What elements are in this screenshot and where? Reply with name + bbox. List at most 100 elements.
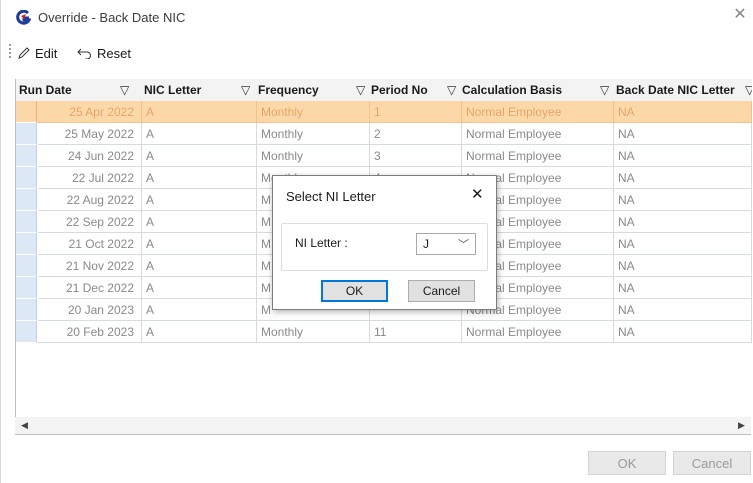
row-selector[interactable] (16, 233, 37, 255)
edit-label: Edit (35, 45, 58, 61)
dialog-close-icon[interactable]: ✕ (471, 185, 484, 203)
table-cell[interactable]: NA (614, 123, 752, 145)
row-selector[interactable] (16, 299, 37, 321)
window-title: Override - Back Date NIC (38, 10, 186, 25)
table-cell[interactable]: 25 May 2022 (38, 123, 142, 145)
row-selector[interactable] (16, 277, 37, 299)
edit-button[interactable]: Edit (17, 44, 57, 62)
column-header-frequency[interactable]: Frequency (258, 79, 319, 101)
undo-icon (77, 48, 91, 59)
column-header-nic-letter[interactable]: NIC Letter (144, 79, 201, 101)
table-cell[interactable]: Monthly (257, 123, 370, 145)
window-border (0, 0, 1, 483)
table-cell[interactable]: A (142, 233, 257, 255)
row-selector[interactable] (16, 123, 37, 145)
table-cell[interactable]: 3 (370, 145, 462, 167)
table-cell[interactable]: Normal Employee (462, 321, 614, 343)
reset-label: Reset (97, 45, 131, 61)
reset-button[interactable]: Reset (77, 44, 131, 62)
cancel-button-disabled[interactable]: Cancel (673, 451, 751, 475)
table-cell[interactable]: A (142, 299, 257, 321)
dialog-title: Select NI Letter (286, 189, 376, 204)
table-cell[interactable]: 21 Dec 2022 (38, 277, 142, 299)
chevron-down-icon: ﹀ (458, 239, 469, 251)
table-cell[interactable]: NA (614, 101, 752, 123)
dialog-cancel-button[interactable]: Cancel (408, 280, 475, 302)
table-cell[interactable]: NA (614, 321, 752, 343)
table-cell[interactable]: Normal Employee (462, 145, 614, 167)
table-row[interactable]: 25 Apr 2022 A Monthly 1 Normal Employee NA (16, 101, 752, 123)
table-cell[interactable]: Monthly (257, 321, 370, 343)
table-cell[interactable]: NA (614, 189, 752, 211)
ni-letter-select[interactable]: J ﹀ (416, 233, 476, 255)
table-cell[interactable]: NA (614, 277, 752, 299)
table-cell[interactable]: NA (614, 211, 752, 233)
row-selector[interactable] (16, 101, 37, 123)
table-cell[interactable]: NA (614, 167, 752, 189)
filter-icon[interactable]: ▽ (447, 79, 456, 101)
table-cell[interactable]: A (142, 167, 257, 189)
table-cell[interactable]: NA (614, 233, 752, 255)
row-selector[interactable] (16, 321, 37, 343)
table-cell[interactable]: 25 Apr 2022 (38, 101, 142, 123)
grid-header: Run Date ▽ NIC Letter ▽ Frequency ▽ Peri… (16, 79, 752, 102)
filter-icon[interactable]: ▽ (600, 79, 609, 101)
table-cell[interactable]: A (142, 321, 257, 343)
scroll-left-arrow-icon[interactable]: ◀ (21, 420, 28, 431)
table-cell[interactable]: NA (614, 145, 752, 167)
table-cell[interactable]: Normal Employee (462, 101, 614, 123)
table-cell[interactable]: 2 (370, 123, 462, 145)
row-selector[interactable] (16, 167, 37, 189)
table-cell[interactable]: Normal Employee (462, 123, 614, 145)
table-cell[interactable]: A (142, 189, 257, 211)
ni-letter-label: NI Letter : (295, 236, 348, 250)
table-cell[interactable]: A (142, 277, 257, 299)
table-cell[interactable]: 20 Feb 2023 (38, 321, 142, 343)
filter-icon[interactable]: ▽ (120, 79, 129, 101)
app-logo-icon (16, 10, 31, 25)
table-cell[interactable]: Monthly (257, 101, 370, 123)
table-cell[interactable]: 11 (370, 321, 462, 343)
table-row[interactable]: 25 May 2022 A Monthly 2 Normal Employee NA (16, 123, 752, 145)
table-cell[interactable]: NA (614, 255, 752, 277)
table-row[interactable]: 20 Feb 2023 A Monthly 11 Normal Employee NA (16, 321, 752, 343)
dialog-ok-button[interactable]: OK (321, 280, 388, 302)
table-cell[interactable]: A (142, 123, 257, 145)
column-header-back-date-nic-letter[interactable]: Back Date NIC Letter (616, 79, 735, 101)
table-cell[interactable]: 22 Sep 2022 (38, 211, 142, 233)
table-cell[interactable]: A (142, 255, 257, 277)
horizontal-scrollbar[interactable]: ◀ ▶ (15, 417, 751, 434)
row-selector[interactable] (16, 255, 37, 277)
filter-icon[interactable]: ▽ (745, 79, 752, 101)
select-ni-letter-dialog: Select NI Letter ✕ NI Letter : J ﹀ OK Ca… (272, 175, 497, 310)
grid-bottom-border (15, 434, 751, 435)
row-selector[interactable] (16, 145, 37, 167)
scroll-right-arrow-icon[interactable]: ▶ (738, 420, 745, 431)
row-selector[interactable] (16, 211, 37, 233)
column-header-period-no[interactable]: Period No (371, 79, 428, 101)
window-close-icon[interactable]: ✕ (731, 6, 749, 24)
table-row[interactable]: 24 Jun 2022 A Monthly 3 Normal Employee NA (16, 145, 752, 167)
filter-icon[interactable]: ▽ (356, 79, 365, 101)
table-cell[interactable]: 21 Oct 2022 (38, 233, 142, 255)
row-selector[interactable] (16, 189, 37, 211)
ni-letter-value: J (423, 237, 429, 251)
title-bar: Override - Back Date NIC ✕ (0, 0, 750, 34)
table-cell[interactable]: 22 Jul 2022 (38, 167, 142, 189)
table-cell[interactable]: 21 Nov 2022 (38, 255, 142, 277)
pencil-icon (18, 47, 30, 59)
table-cell[interactable]: 20 Jan 2023 (38, 299, 142, 321)
table-cell[interactable]: 24 Jun 2022 (38, 145, 142, 167)
filter-icon[interactable]: ▽ (241, 79, 250, 101)
column-header-calculation-basis[interactable]: Calculation Basis (462, 79, 562, 101)
ok-button-disabled[interactable]: OK (588, 451, 666, 475)
table-cell[interactable]: NA (614, 299, 752, 321)
toolbar-grip[interactable] (9, 44, 11, 60)
column-header-run-date[interactable]: Run Date (19, 79, 72, 101)
table-cell[interactable]: 1 (370, 101, 462, 123)
table-cell[interactable]: A (142, 101, 257, 123)
table-cell[interactable]: A (142, 211, 257, 233)
table-cell[interactable]: A (142, 145, 257, 167)
table-cell[interactable]: 22 Aug 2022 (38, 189, 142, 211)
table-cell[interactable]: Monthly (257, 145, 370, 167)
